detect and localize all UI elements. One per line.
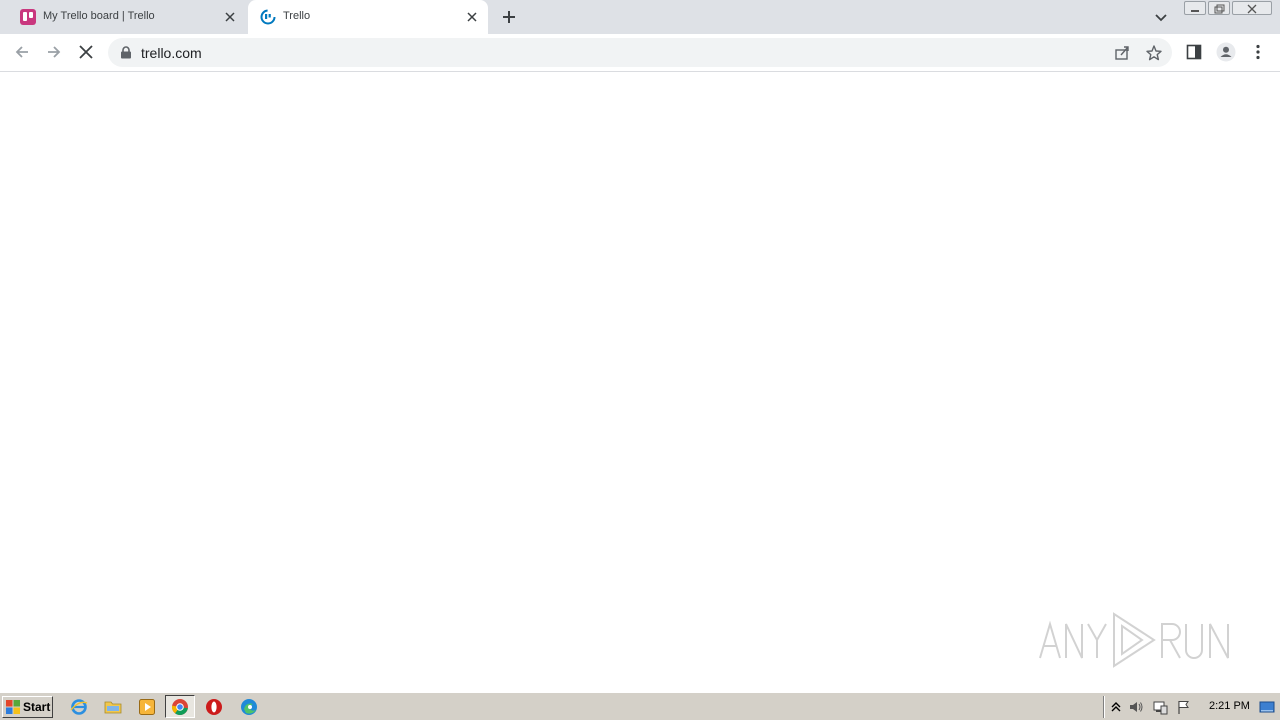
close-window-button[interactable] [1232, 1, 1272, 15]
close-icon [1247, 4, 1257, 14]
chrome-icon [171, 699, 188, 715]
restore-icon [1214, 4, 1225, 14]
tab-my-trello-board[interactable]: My Trello board | Trello [8, 0, 246, 34]
lock-icon[interactable] [120, 46, 132, 59]
opera-icon[interactable] [205, 698, 223, 716]
edge-icon[interactable] [240, 698, 258, 716]
tab-title: Trello [283, 10, 311, 22]
minimize-button[interactable] [1184, 1, 1206, 15]
internet-explorer-icon[interactable] [70, 698, 88, 716]
folder-icon[interactable] [104, 698, 122, 716]
show-hidden-icons-icon[interactable] [1108, 699, 1124, 715]
clock[interactable]: 2:21 PM [1209, 700, 1250, 712]
close-icon[interactable] [464, 9, 480, 25]
page-content [0, 72, 1280, 692]
action-center-flag-icon[interactable] [1176, 699, 1192, 715]
browser-toolbar: trello.com [0, 34, 1280, 72]
arrow-right-icon[interactable] [44, 42, 64, 62]
minimize-icon [1191, 10, 1199, 12]
show-desktop-icon[interactable] [1259, 699, 1275, 715]
star-icon[interactable] [1145, 44, 1163, 62]
trello-board-favicon [20, 9, 36, 25]
taskbar: Start 2:21 PM [0, 692, 1280, 720]
chrome-taskbar-button[interactable] [165, 695, 195, 718]
share-icon[interactable] [1113, 44, 1131, 62]
arrow-left-icon[interactable] [12, 42, 32, 62]
volume-icon[interactable] [1128, 699, 1144, 715]
tab-title: My Trello board | Trello [43, 10, 155, 22]
chevron-down-icon[interactable] [1152, 8, 1170, 26]
url-text[interactable]: trello.com [141, 45, 202, 61]
trello-loading-favicon [260, 9, 276, 25]
anyrun-logo [1039, 612, 1229, 668]
stop-loading-icon[interactable] [76, 42, 96, 62]
anyrun-watermark [1036, 606, 1236, 672]
tray-separator [1103, 696, 1105, 718]
restore-button[interactable] [1208, 1, 1230, 15]
address-bar[interactable]: trello.com [108, 38, 1172, 67]
side-panel-icon[interactable] [1184, 42, 1204, 62]
windows-logo-icon [6, 700, 20, 714]
network-icon[interactable] [1152, 699, 1168, 715]
media-player-icon[interactable] [138, 698, 156, 716]
start-button[interactable]: Start [2, 696, 53, 718]
profile-icon[interactable] [1216, 42, 1236, 62]
start-label: Start [23, 700, 51, 714]
close-icon[interactable] [222, 9, 238, 25]
plus-icon[interactable] [499, 7, 519, 27]
tab-trello[interactable]: Trello [248, 0, 488, 34]
tab-strip: My Trello board | Trello Trello [0, 0, 1280, 34]
menu-icon[interactable] [1248, 42, 1268, 62]
